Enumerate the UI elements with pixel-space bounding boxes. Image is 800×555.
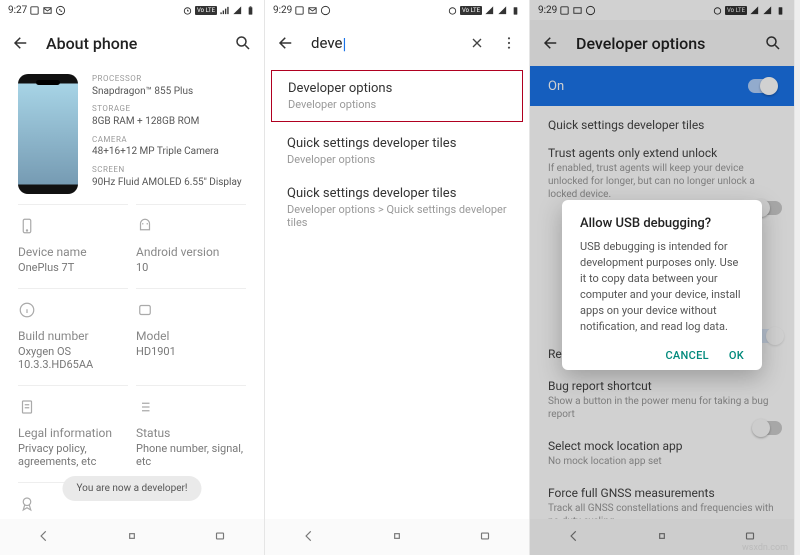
nav-back-icon[interactable] <box>302 528 316 547</box>
cell-value: Phone number, signal, etc <box>136 442 246 468</box>
nav-home-icon[interactable] <box>125 528 139 547</box>
alarm-icon <box>447 5 458 16</box>
cell-label: Legal information <box>18 426 128 440</box>
search-result-developer-options[interactable]: Developer options Developer options <box>271 70 523 122</box>
cell-label: Android version <box>136 245 246 259</box>
result-path: Developer options <box>287 153 507 166</box>
status-bar: 9:27 Vo LTE <box>0 0 264 20</box>
result-path: Developer options <box>288 98 506 111</box>
usb-debugging-dialog: Allow USB debugging? USB debugging is in… <box>562 200 762 370</box>
nav-back-icon[interactable] <box>37 528 51 547</box>
status-time: 9:27 <box>8 5 27 16</box>
whatsapp-icon <box>55 5 66 16</box>
list-icon <box>136 398 154 416</box>
page-title: About phone <box>46 34 218 53</box>
cell-value: OnePlus 7T <box>18 261 128 274</box>
spec-value: Snapdragon™ 855 Plus <box>92 85 242 99</box>
alarm-icon <box>182 5 193 16</box>
android-icon <box>136 217 154 235</box>
cell-value: HD1901 <box>136 345 246 358</box>
dialog-actions: CANCEL OK <box>580 349 744 362</box>
screenshot-icon <box>294 5 305 16</box>
spec-value: 48+16+12 MP Triple Camera <box>92 145 242 159</box>
cell-value: Privacy policy, agreements, etc <box>18 442 128 468</box>
nav-recents-icon[interactable] <box>478 528 492 547</box>
result-title: Developer options <box>288 81 506 96</box>
search-result[interactable]: Quick settings developer tiles Developer… <box>265 176 529 239</box>
signal-icon <box>219 5 230 16</box>
document-icon <box>18 398 36 416</box>
text-cursor: | <box>342 34 346 53</box>
cell-legal[interactable]: Legal information Privacy policy, agreem… <box>18 385 128 482</box>
back-icon[interactable] <box>277 34 295 52</box>
cell-value: Oxygen OS 10.3.3.HD65AA <box>18 345 128 371</box>
signal-icon-2 <box>232 5 243 16</box>
cell-label: Build number <box>18 329 128 343</box>
device-specs: PROCESSOR Snapdragon™ 855 Plus STORAGE 8… <box>92 74 242 194</box>
spec-header: SCREEN <box>92 165 242 176</box>
overflow-icon[interactable] <box>501 35 517 51</box>
battery-icon <box>245 5 256 16</box>
mail-icon <box>307 5 318 16</box>
search-bar: deve| <box>265 20 529 66</box>
dialog-body: USB debugging is intended for developmen… <box>580 239 744 335</box>
award-icon <box>18 495 36 513</box>
screenshot-icon <box>29 5 40 16</box>
volte-icon: Vo LTE <box>460 6 482 15</box>
watermark: wsxdn.com <box>742 543 788 553</box>
clear-icon[interactable] <box>469 35 485 51</box>
dialog-title: Allow USB debugging? <box>580 216 744 231</box>
spec-value: 8GB RAM + 128GB ROM <box>92 115 242 129</box>
nav-bar <box>265 519 529 555</box>
device-image <box>18 74 78 194</box>
result-title: Quick settings developer tiles <box>287 136 507 151</box>
device-hero: PROCESSOR Snapdragon™ 855 Plus STORAGE 8… <box>0 66 264 204</box>
nav-recents-icon[interactable] <box>213 528 227 547</box>
info-grid: Device name OnePlus 7T Android version 1… <box>0 204 264 555</box>
mail-icon <box>42 5 53 16</box>
cell-device-name[interactable]: Device name OnePlus 7T <box>18 204 128 288</box>
screen-developer-options: 9:29 Vo LTE Developer options On Quick s… <box>530 0 795 555</box>
status-time: 9:29 <box>273 5 292 16</box>
spec-value: 90Hz Fluid AMOLED 6.55" Display <box>92 176 242 190</box>
search-icon[interactable] <box>234 34 252 52</box>
cell-model[interactable]: Model HD1901 <box>136 288 246 385</box>
signal-icon <box>484 5 495 16</box>
phone-icon <box>18 217 36 235</box>
spec-header: CAMERA <box>92 135 242 146</box>
search-query: deve <box>311 34 342 52</box>
screen-search: 9:29 Vo LTE deve| Developer options Deve… <box>265 0 530 555</box>
whatsapp-icon <box>320 5 331 16</box>
search-input-wrap[interactable]: deve| <box>311 34 453 53</box>
cell-status[interactable]: Status Phone number, signal, etc <box>136 385 246 482</box>
back-icon[interactable] <box>12 34 30 52</box>
cell-label: Status <box>136 426 246 440</box>
cell-label: Model <box>136 329 246 343</box>
cell-label: Device name <box>18 245 128 259</box>
status-bar: 9:29 Vo LTE <box>265 0 529 20</box>
cell-build-number[interactable]: Build number Oxygen OS 10.3.3.HD65AA <box>18 288 128 385</box>
cell-value: 10 <box>136 261 246 274</box>
info-icon <box>18 301 36 319</box>
result-path: Developer options > Quick settings devel… <box>287 203 507 229</box>
search-result[interactable]: Quick settings developer tiles Developer… <box>265 126 529 176</box>
result-title: Quick settings developer tiles <box>287 186 507 201</box>
screen-about-phone: 9:27 Vo LTE About phone PROCESSOR Snapdr… <box>0 0 265 555</box>
nav-bar <box>0 519 264 555</box>
volte-icon: Vo LTE <box>195 6 217 15</box>
developer-toast: You are now a developer! <box>62 476 201 501</box>
battery-icon <box>510 5 521 16</box>
cell-android-version[interactable]: Android version 10 <box>136 204 246 288</box>
spec-header: STORAGE <box>92 104 242 115</box>
signal-icon-2 <box>497 5 508 16</box>
cancel-button[interactable]: CANCEL <box>665 349 708 362</box>
ok-button[interactable]: OK <box>729 349 744 362</box>
nav-home-icon[interactable] <box>390 528 404 547</box>
tag-icon <box>136 301 154 319</box>
spec-header: PROCESSOR <box>92 74 242 85</box>
app-bar: About phone <box>0 20 264 66</box>
